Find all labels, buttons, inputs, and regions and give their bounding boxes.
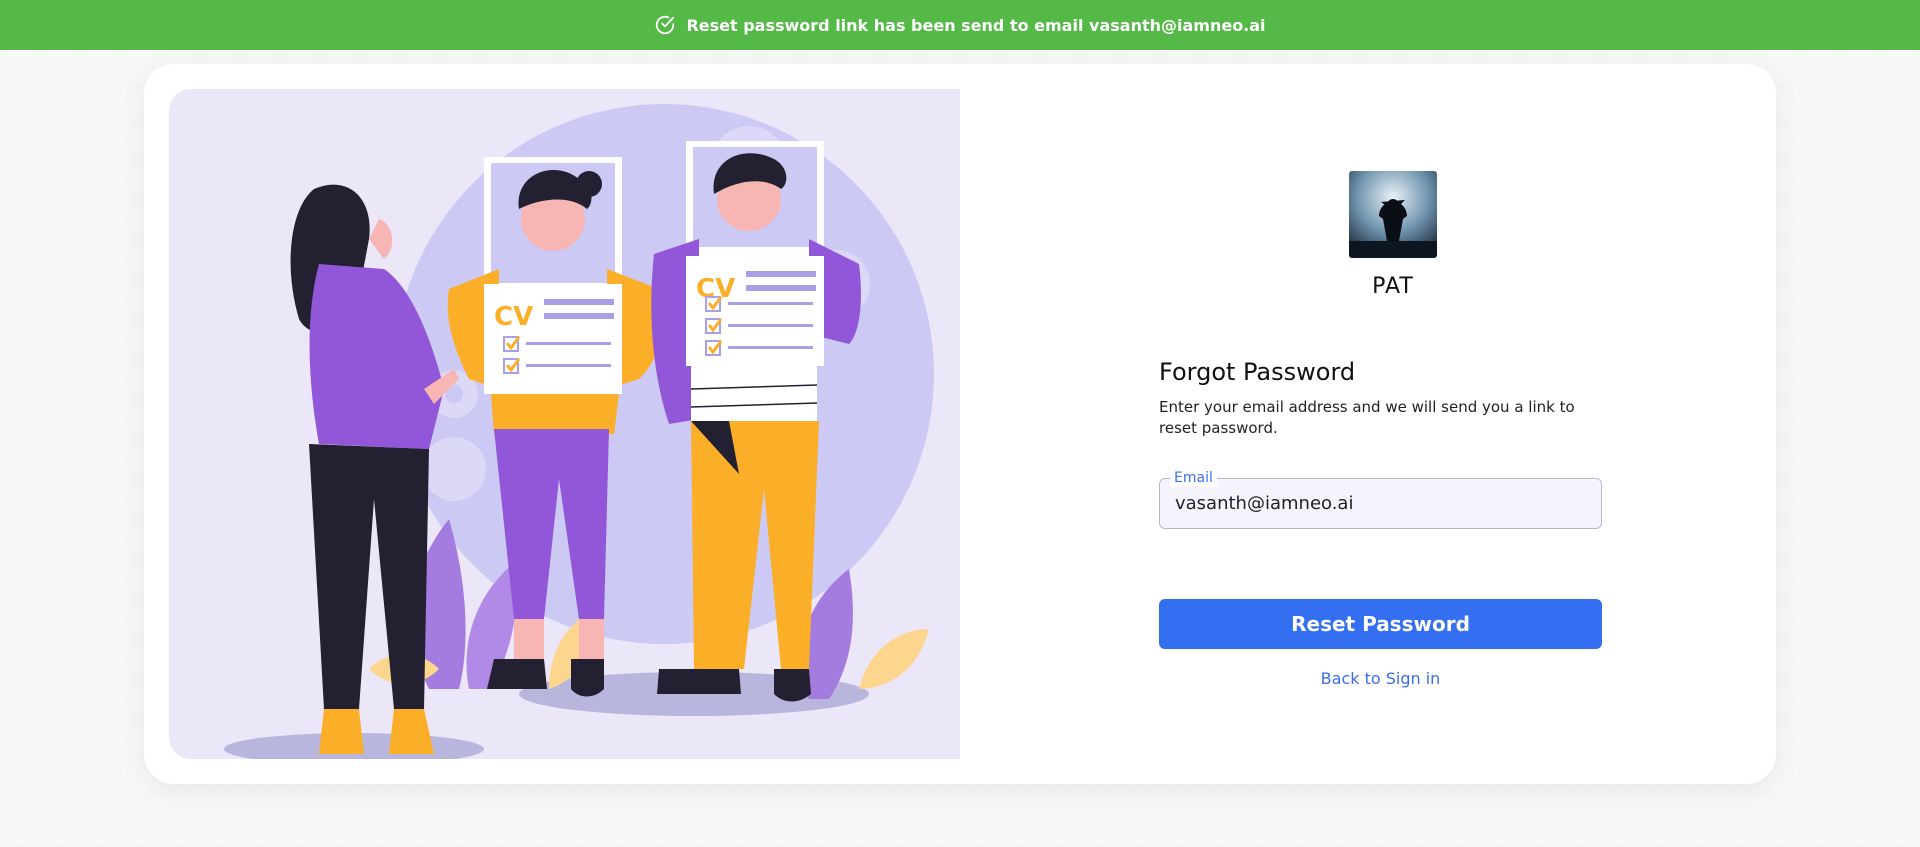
page-title: Forgot Password xyxy=(1159,358,1356,386)
form-panel: PAT Forgot Password Enter your email add… xyxy=(960,64,1776,784)
check-circle-icon xyxy=(654,14,676,36)
brand-name: PAT xyxy=(1372,274,1414,299)
reset-password-button[interactable]: Reset Password xyxy=(1159,599,1602,649)
email-input[interactable] xyxy=(1160,479,1601,528)
forgot-password-card: CV CV PAT Forgot Password Enter your ema… xyxy=(144,64,1776,784)
email-field: Email xyxy=(1159,469,1602,529)
success-toast: Reset password link has been send to ema… xyxy=(0,0,1920,50)
brand-logo xyxy=(1349,171,1437,258)
svg-text:CV: CV xyxy=(494,302,533,332)
page-description: Enter your email address and we will sen… xyxy=(1159,398,1575,437)
svg-text:CV: CV xyxy=(696,274,735,304)
back-to-sign-in-link[interactable]: Back to Sign in xyxy=(1159,669,1602,688)
hiring-illustration: CV CV xyxy=(169,89,960,759)
toast-message: Reset password link has been send to ema… xyxy=(686,15,1266,35)
